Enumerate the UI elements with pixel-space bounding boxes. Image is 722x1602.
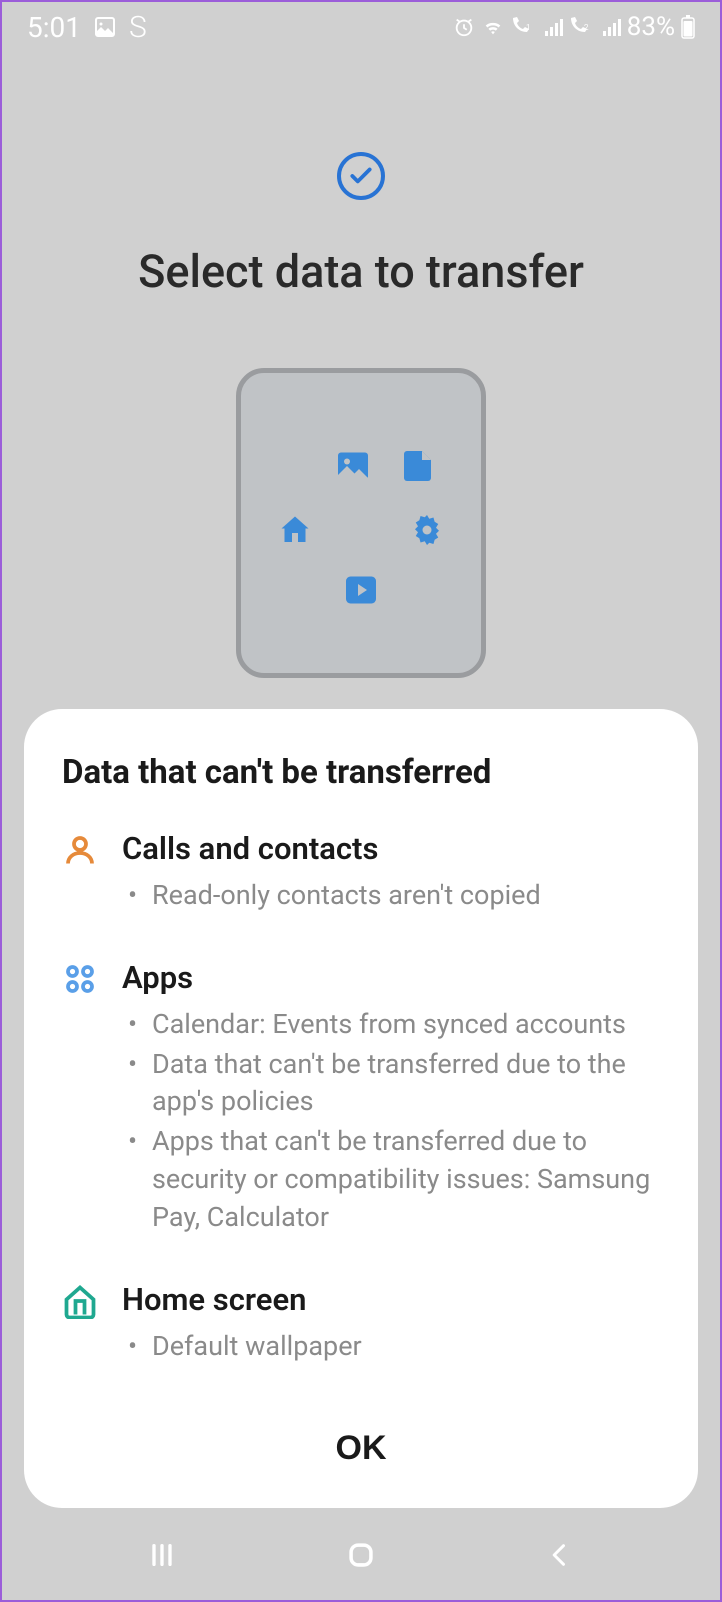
status-left: 5:01 S — [27, 10, 147, 45]
dialog-title: Data that can't be transferred — [62, 753, 660, 792]
home-button[interactable] — [336, 1530, 386, 1580]
house-icon — [277, 512, 313, 548]
s-icon: S — [129, 10, 147, 45]
section-list: Default wallpaper — [122, 1328, 660, 1366]
page-title: Select data to transfer — [32, 245, 690, 298]
photo-icon — [335, 448, 371, 484]
nav-bar — [2, 1510, 720, 1600]
phone-illustration — [236, 368, 486, 678]
section-apps: Apps Calendar: Events from synced accoun… — [62, 959, 660, 1239]
signal2-icon — [603, 18, 621, 36]
image-icon — [93, 15, 117, 39]
contacts-icon — [62, 832, 98, 868]
svg-text:2: 2 — [584, 23, 589, 32]
apps-icon — [62, 961, 98, 997]
alarm-icon — [453, 16, 475, 38]
list-item: Default wallpaper — [122, 1328, 660, 1366]
main-content: Select data to transfer — [2, 52, 720, 678]
section-list: Read-only contacts aren't copied — [122, 877, 660, 915]
status-right: 1 2 83% — [453, 12, 695, 42]
section-calls-contacts: Calls and contacts Read-only contacts ar… — [62, 830, 660, 917]
wifi-icon — [481, 16, 505, 38]
file-icon — [401, 448, 437, 484]
section-home-screen: Home screen Default wallpaper — [62, 1281, 660, 1368]
svg-text:1: 1 — [526, 23, 531, 32]
status-bar: 5:01 S 1 2 83% — [2, 2, 720, 52]
battery-percent: 83% — [627, 12, 675, 42]
recents-button[interactable] — [137, 1530, 187, 1580]
signal1-icon — [545, 18, 563, 36]
status-time: 5:01 — [27, 11, 81, 44]
battery-icon — [681, 15, 695, 39]
list-item: Apps that can't be transferred due to se… — [122, 1123, 660, 1236]
gear-icon — [409, 512, 445, 548]
list-item: Read-only contacts aren't copied — [122, 877, 660, 915]
play-icon — [343, 572, 379, 608]
call-sim1-icon: 1 — [511, 16, 539, 38]
section-title: Calls and contacts — [122, 830, 660, 867]
list-item: Calendar: Events from synced accounts — [122, 1006, 660, 1044]
dialog-card: Data that can't be transferred Calls and… — [24, 709, 698, 1508]
section-title: Home screen — [122, 1281, 660, 1318]
back-button[interactable] — [535, 1530, 585, 1580]
section-title: Apps — [122, 959, 660, 996]
check-circle-icon — [337, 152, 385, 200]
home-icon — [62, 1283, 98, 1319]
list-item: Data that can't be transferred due to th… — [122, 1046, 660, 1122]
ok-button[interactable]: OK — [62, 1409, 660, 1478]
section-list: Calendar: Events from synced accounts Da… — [122, 1006, 660, 1237]
call-sim2-icon: 2 — [569, 16, 597, 38]
